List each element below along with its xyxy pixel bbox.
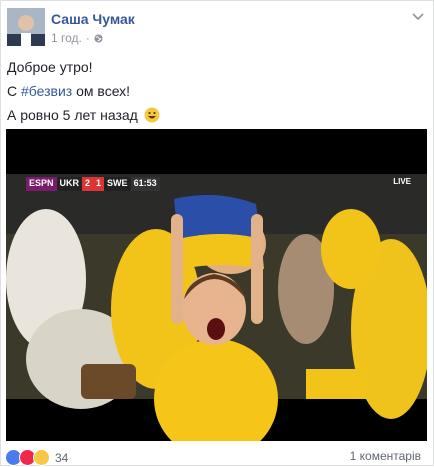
channel-label: ESPN	[26, 177, 57, 191]
video-player[interactable]: ESPN UKR 2 1 SWE 61:53 LIVE	[6, 129, 427, 441]
post-text: Доброе утро! С #безвиз ом всех! А ровно …	[7, 55, 160, 127]
haha-reaction-icon	[33, 449, 50, 466]
post-footer: 34 1 коментарів	[5, 449, 429, 467]
live-badge: LIVE	[393, 177, 411, 186]
video-frame	[6, 129, 427, 441]
post-text-line3: А ровно 5 лет назад	[7, 103, 160, 127]
reactions-summary[interactable]: 34	[5, 449, 68, 466]
match-clock: 61:53	[130, 177, 160, 191]
post-card: Саша Чумак 1 год. · Доброе утро! С #безв…	[0, 0, 434, 466]
globe-icon	[94, 33, 103, 43]
post-text-line2: С #безвиз ом всех!	[7, 83, 131, 99]
score-team1: 2	[82, 177, 94, 191]
scoreboard: ESPN UKR 2 1 SWE 61:53	[26, 177, 160, 191]
smile-emoji-icon	[144, 107, 160, 123]
author-name[interactable]: Саша Чумак	[51, 11, 135, 27]
post-text-line1: Доброе утро!	[7, 59, 93, 75]
team2-label: SWE	[107, 178, 128, 188]
score-team2: 1	[93, 177, 105, 191]
reactions-count: 34	[55, 450, 69, 465]
comments-count-link[interactable]: 1 коментарів	[350, 449, 421, 463]
avatar[interactable]	[7, 8, 45, 46]
team1-label: UKR	[59, 178, 80, 188]
post-meta: 1 год. ·	[51, 31, 103, 45]
post-time[interactable]: 1 год.	[51, 31, 82, 45]
chevron-down-icon[interactable]	[411, 11, 425, 21]
hashtag-link[interactable]: #безвиз	[21, 83, 72, 99]
